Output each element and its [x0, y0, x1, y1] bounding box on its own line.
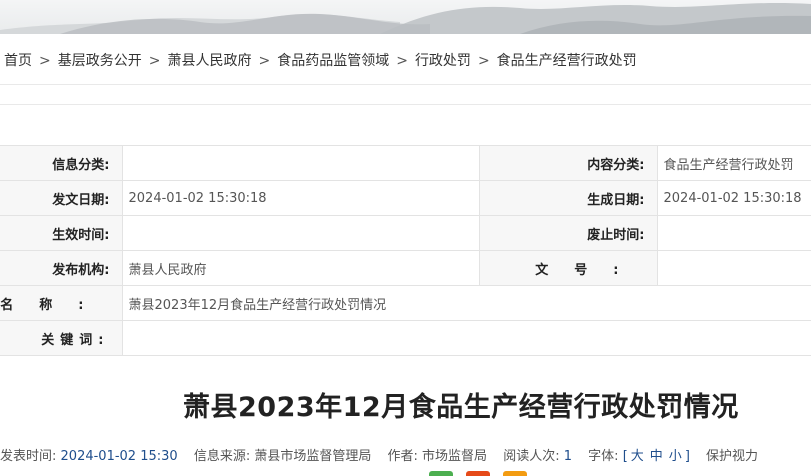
source-label: 信息来源:: [193, 449, 251, 464]
bracket-close: ]: [684, 449, 690, 464]
document-number-label-text: 文号:: [535, 262, 645, 278]
metadata-row: 发文日期: 2024-01-02 15:30:18 生成日期: 2024-01-…: [0, 180, 811, 216]
issue-date-label: 发文日期:: [0, 180, 122, 216]
font-size-large-button[interactable]: 大: [631, 449, 644, 464]
generated-date-label: 生成日期:: [478, 180, 657, 216]
publish-time-label: 发表时间:: [0, 449, 57, 464]
breadcrumb-separator: >: [148, 53, 161, 69]
read-count-label: 阅读人次:: [503, 449, 560, 464]
content-category-label: 内容分类:: [478, 145, 657, 181]
category-value: [121, 145, 479, 181]
keywords-label-text: 关键词:: [41, 332, 110, 348]
name-value: 萧县2023年12月食品生产经营行政处罚情况: [121, 285, 811, 321]
share-wechat-icon[interactable]: [429, 471, 453, 476]
font-size-medium-button[interactable]: 中: [650, 449, 663, 464]
author-value: 市场监督局: [422, 449, 488, 464]
publisher-label: 发布机构:: [0, 250, 122, 286]
breadcrumb-home-link[interactable]: 首页: [4, 53, 32, 69]
mountain-landscape-icon: [0, 3, 811, 34]
article-title: 萧县2023年12月食品生产经营行政处罚情况: [183, 392, 739, 423]
generated-date-value: 2024-01-02 15:30:18: [656, 180, 811, 216]
metadata-row: 信息分类: 内容分类: 食品生产经营行政处罚: [0, 145, 811, 181]
document-metadata-table: 信息分类: 内容分类: 食品生产经营行政处罚 发文日期: 2024-01-02 …: [0, 145, 811, 356]
repeal-time-value: [656, 215, 811, 251]
source-value: 萧县市场监督管理局: [254, 449, 372, 464]
publisher-value: 萧县人民政府: [121, 250, 479, 286]
share-qzone-icon[interactable]: [503, 471, 527, 476]
repeal-time-label: 废止时间:: [478, 215, 657, 251]
breadcrumb-admin-penalty-link[interactable]: 行政处罚: [415, 53, 471, 69]
name-label: 名称:: [0, 285, 122, 321]
content-category-value: 食品生产经营行政处罚: [656, 145, 811, 181]
breadcrumb-separator: >: [477, 53, 490, 69]
breadcrumb-grassroots-link[interactable]: 基层政务公开: [58, 53, 142, 69]
bracket-open: [: [622, 449, 628, 464]
document-number-label: 文号:: [478, 250, 657, 286]
divider: [0, 104, 811, 105]
keywords-label: 关键词:: [0, 320, 122, 356]
eye-protection-toggle[interactable]: 保护视力: [706, 449, 758, 464]
divider: [0, 84, 811, 85]
name-label-text: 名称:: [0, 297, 110, 313]
breadcrumb-separator: >: [396, 53, 408, 69]
metadata-row: 名称: 萧县2023年12月食品生产经营行政处罚情况: [0, 285, 811, 321]
category-label: 信息分类:: [0, 145, 122, 181]
metadata-row: 生效时间: 废止时间:: [0, 215, 811, 251]
share-weibo-icon[interactable]: [466, 471, 490, 476]
header-banner: [0, 0, 811, 34]
breadcrumb-separator: >: [258, 53, 271, 69]
effective-time-label: 生效时间:: [0, 215, 122, 251]
breadcrumb-county-gov-link[interactable]: 萧县人民政府: [167, 53, 251, 69]
metadata-row: 发布机构: 萧县人民政府 文号:: [0, 250, 811, 286]
breadcrumb-food-drug-link[interactable]: 食品药品监管领域: [277, 53, 389, 69]
author-label: 作者:: [387, 449, 418, 464]
font-size-label: 字体:: [588, 449, 619, 464]
article-info-bar: 发表时间: 2024-01-02 15:30 信息来源: 萧县市场监督管理局 作…: [0, 446, 758, 468]
breadcrumb-separator: >: [39, 53, 51, 69]
issue-date-value: 2024-01-02 15:30:18: [121, 180, 479, 216]
effective-time-value: [121, 215, 479, 251]
breadcrumb: 首页 > 基层政务公开 > 萧县人民政府 > 食品药品监管领域 > 行政处罚 > 食品生产经营行政处…: [4, 50, 637, 72]
font-size-small-button[interactable]: 小: [669, 449, 682, 464]
keywords-value: [121, 320, 811, 356]
breadcrumb-current-page-link[interactable]: 食品生产经营行政处罚: [497, 53, 637, 69]
read-count-value: 1: [563, 449, 573, 464]
metadata-row: 关键词:: [0, 320, 811, 356]
document-number-value: [656, 250, 811, 286]
publish-time-value: 2024-01-02 15:30: [60, 449, 178, 464]
